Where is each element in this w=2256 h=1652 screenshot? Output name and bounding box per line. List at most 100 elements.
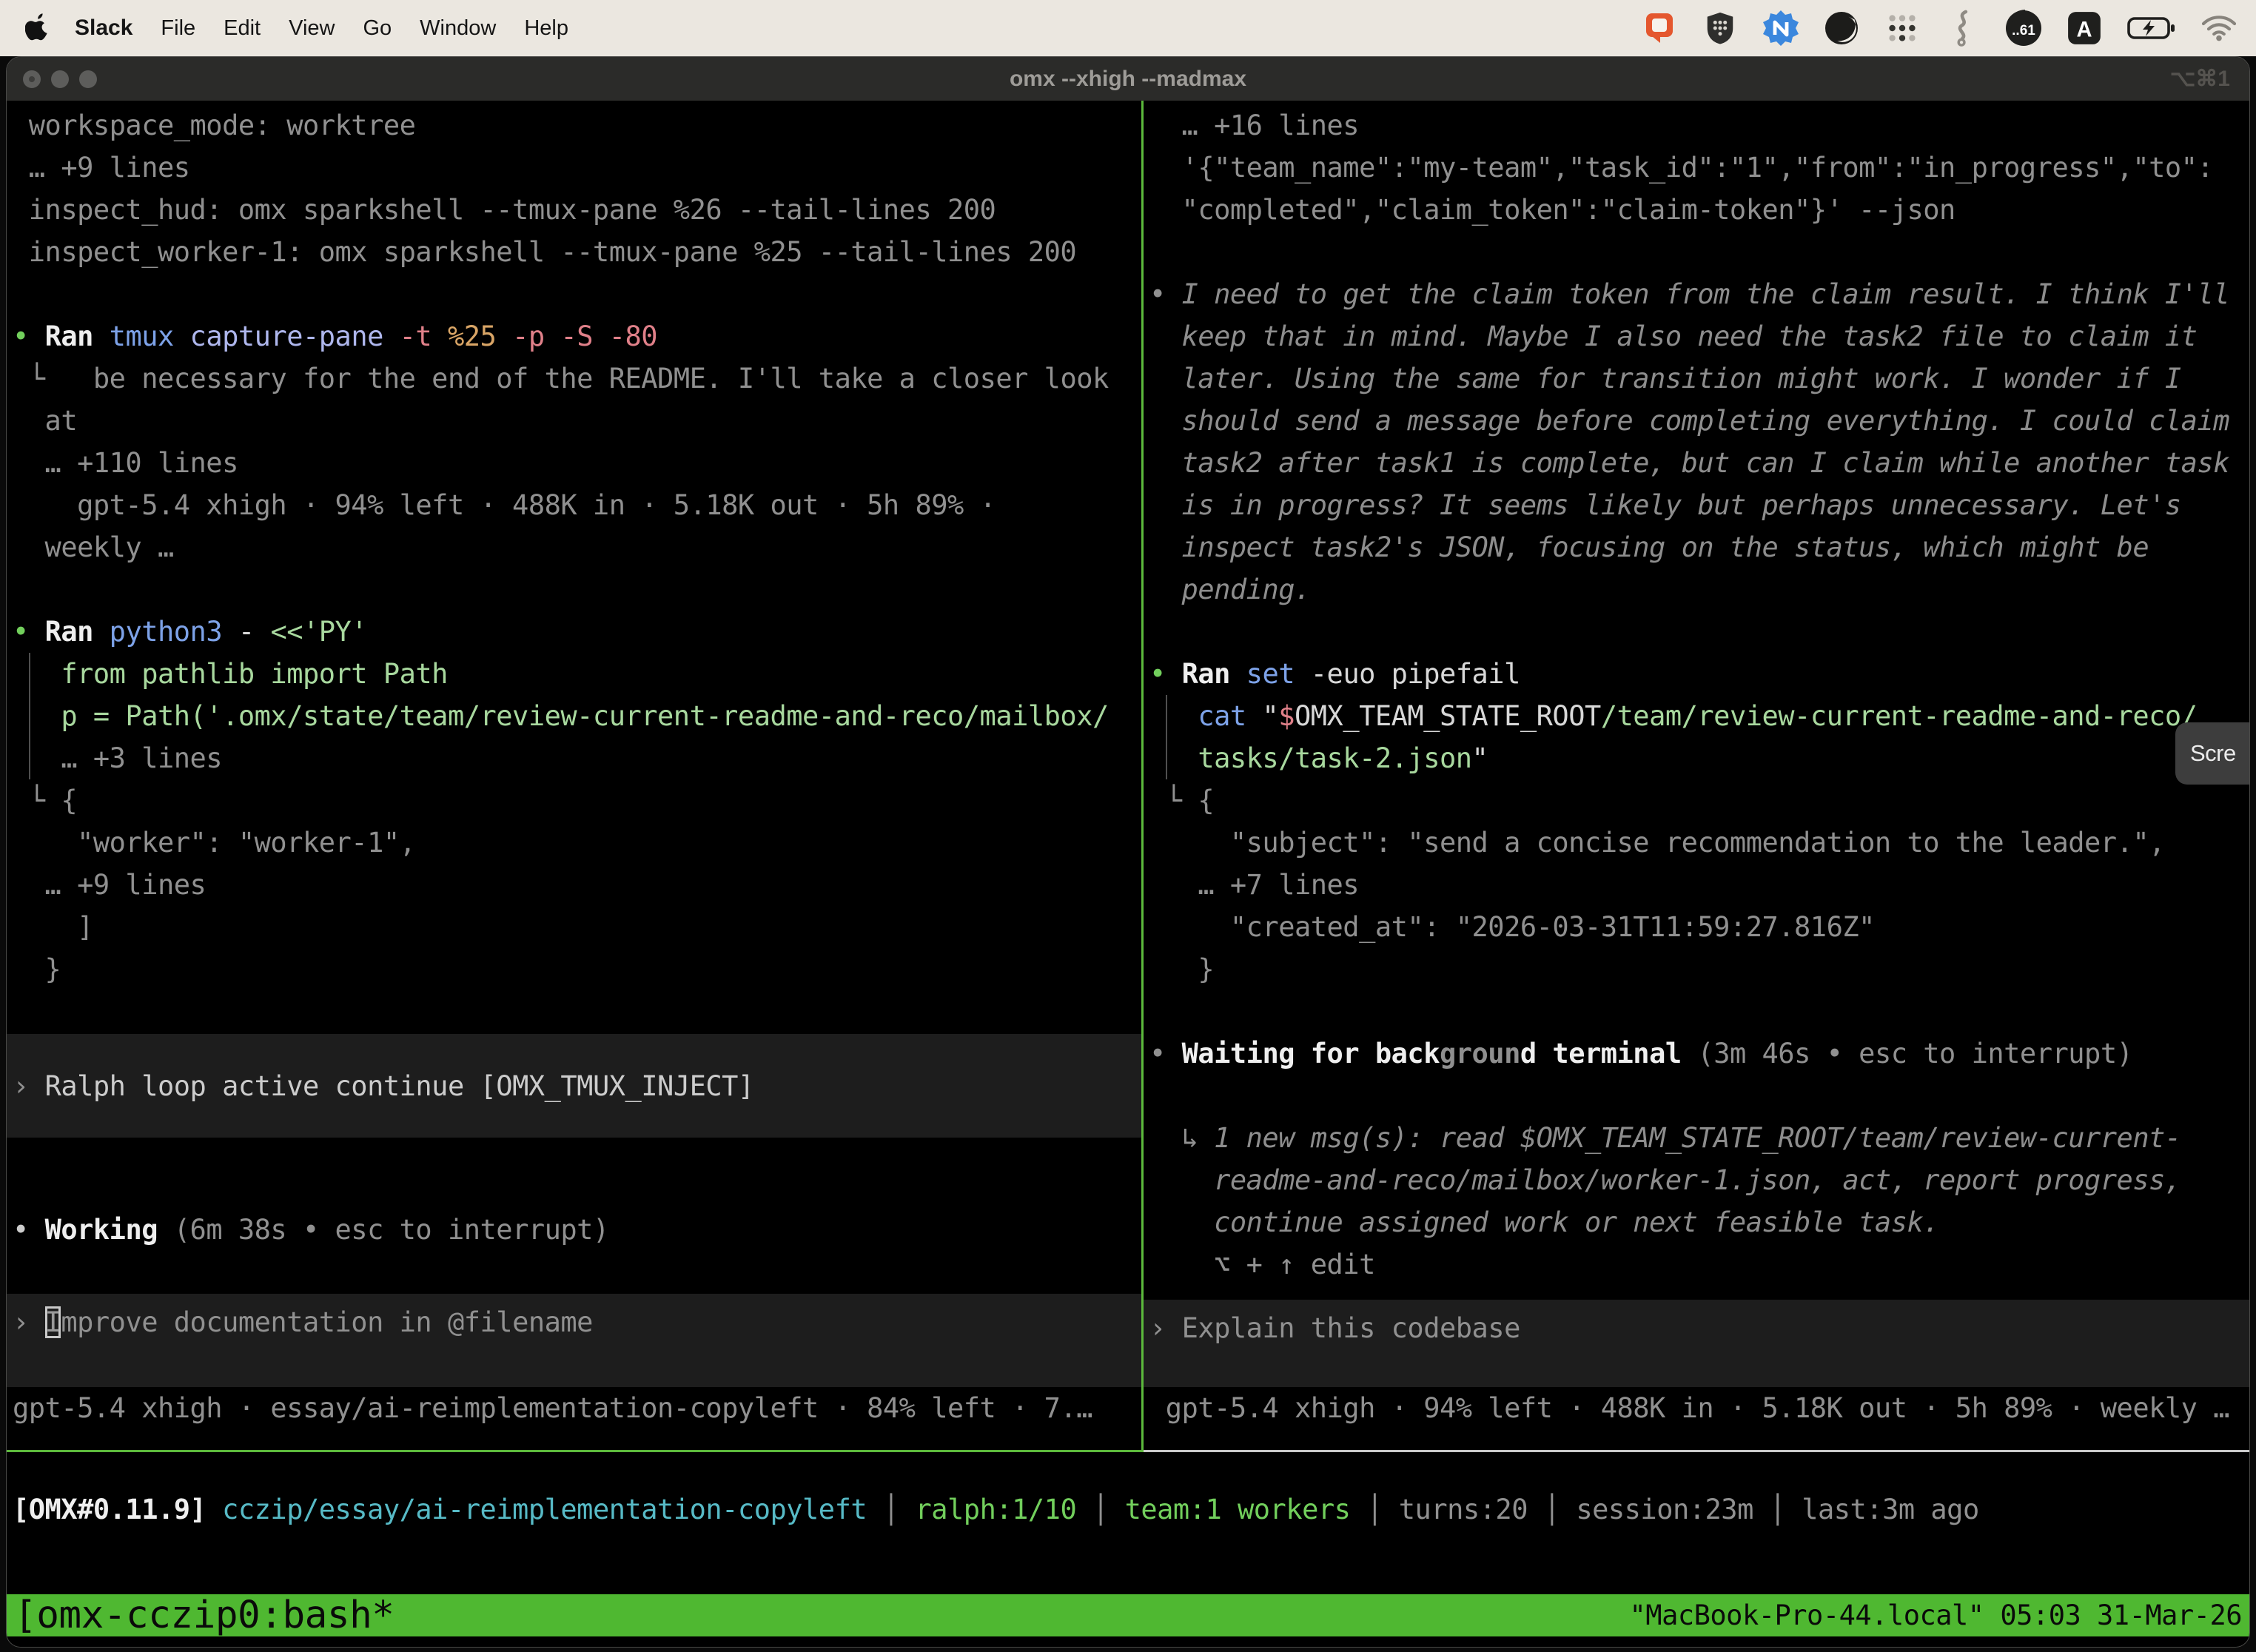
tmux-panes: workspace_mode: worktree … +9 lines insp… (7, 101, 2249, 1452)
text-segment: [OMX#0.11.9] (13, 1494, 206, 1525)
terminal-line: cat "$OMX_TEAM_STATE_ROOT/team/review-cu… (1144, 695, 2249, 737)
text-segment: … +9 lines (13, 869, 206, 901)
window-title-bar[interactable]: omx --xhigh --madmax ⌥⌘1 (7, 57, 2249, 101)
omx-session-status: [OMX#0.11.9] cczip/essay/ai-reimplementa… (7, 1488, 2249, 1531)
terminal-line: p = Path('.omx/state/team/review-current… (7, 695, 1141, 737)
terminal-line: inspect_hud: omx sparkshell --tmux-pane … (7, 189, 1141, 231)
terminal-line: tasks/task-2.json" (1144, 737, 2249, 779)
pane-worker-1[interactable]: … +16 lines '{"team_name":"my-team","tas… (1144, 101, 2249, 1452)
text-segment: -euo pipefail (1295, 658, 1520, 690)
text-segment: inspect_worker-1: omx sparkshell --tmux-… (13, 236, 1076, 268)
text-segment: gpt-5.4 xhigh · essay/ai-reimplementatio… (13, 1392, 1092, 1424)
terminal-line: } (1144, 948, 2249, 990)
svg-text:A: A (2076, 18, 2092, 41)
pane-hud[interactable]: workspace_mode: worktree … +9 lines insp… (7, 101, 1141, 1452)
menu-window[interactable]: Window (420, 16, 496, 41)
menu-help[interactable]: Help (524, 16, 568, 41)
terminal-line: at (7, 400, 1141, 442)
prompt-suggestion[interactable]: › Explain this codebase (1144, 1300, 2249, 1387)
text-segment: • (1149, 658, 1166, 690)
input-source-icon[interactable]: A (2065, 9, 2104, 47)
text-segment: └ (13, 785, 61, 816)
text-segment: › (13, 1306, 45, 1338)
hook-utility-icon[interactable] (1944, 9, 1982, 47)
menu-go[interactable]: Go (363, 16, 392, 41)
terminal-line: should send a message before completing … (1144, 400, 2249, 442)
text-segment: workspace_mode: worktree (13, 110, 415, 141)
text-segment: { (61, 785, 77, 816)
terminal-line: } (7, 948, 1141, 990)
count-badge-icon[interactable]: ..61 (2004, 9, 2043, 47)
text-cursor: I (45, 1306, 61, 1338)
text-segment: -t (383, 320, 432, 352)
text-segment: │ (867, 1494, 915, 1525)
terminal-line: "subject": "send a concise recommendatio… (1144, 822, 2249, 864)
text-segment: │ (1753, 1494, 1802, 1525)
waiting-status: • Waiting for background terminal (3m 46… (1144, 1032, 2249, 1075)
ralph-loop-banner: › Ralph loop active continue [OMX_TMUX_I… (7, 1034, 1141, 1138)
screen-record-icon[interactable] (1640, 9, 1679, 47)
text-segment: │ (1528, 1494, 1576, 1525)
text-segment: set (1246, 658, 1295, 690)
terminal-line: workspace_mode: worktree (7, 104, 1141, 147)
dots-grid-icon[interactable] (1883, 9, 1921, 47)
text-segment: … +7 lines (1149, 869, 1359, 901)
terminal-line: later. Using the same for transition mig… (1144, 357, 2249, 400)
zoom-window-button[interactable] (79, 70, 97, 88)
text-segment: Ralph loop active continue [OMX_TMUX_INJ… (45, 1065, 754, 1107)
tmux-host-and-clock: "MacBook-Pro-44.local" 05:03 31-Mar-26 (1630, 1594, 2242, 1636)
terminal-line: inspect_worker-1: omx sparkshell --tmux-… (7, 231, 1141, 273)
text-segment (1166, 658, 1182, 690)
menu-bar: Slack File Edit View Go Window Help ..61 A (0, 0, 2256, 56)
text-segment: team:1 workers (1125, 1494, 1351, 1525)
omx-status-line: [OMX#0.11.9] cczip/essay/ai-reimplementa… (7, 1488, 2249, 1531)
terminal-line: └ { (7, 779, 1141, 822)
text-segment: ⌥ + ↑ edit (1149, 1249, 1375, 1280)
text-segment: last:3m ago (1802, 1494, 1979, 1525)
menu-edit[interactable]: Edit (224, 16, 261, 41)
text-segment: continue assigned work or next feasible … (1149, 1206, 1939, 1238)
menu-file[interactable]: File (161, 16, 195, 41)
text-segment: later. Using the same for transition mig… (1149, 363, 2181, 394)
battery-icon[interactable] (2126, 9, 2178, 47)
text-segment: -S (545, 320, 593, 352)
terminal-line: weekly … (7, 526, 1141, 568)
terminal-line: … +7 lines (1144, 864, 2249, 906)
terminal-line: ] (7, 906, 1141, 948)
text-segment (29, 616, 45, 648)
crescent-app-icon[interactable] (1822, 9, 1861, 47)
terminal-line: task2 after task1 is complete, but can I… (1144, 442, 2249, 484)
text-segment: cczip/essay/ai-reimplementation-copyleft (222, 1494, 867, 1525)
text-segment: Ran (1182, 658, 1230, 690)
text-segment: from pathlib import Path (13, 658, 448, 690)
blank-line (7, 568, 1141, 611)
apple-icon[interactable] (25, 12, 50, 41)
terminal-line: gpt-5.4 xhigh · 94% left · 488K in · 5.1… (7, 484, 1141, 526)
ran-command-cat: • Ran set -euo pipefail (1144, 653, 2249, 695)
text-segment (1149, 700, 1198, 732)
wifi-icon[interactable] (2200, 9, 2238, 47)
text-segment: /team/review-current-readme-and-reco/ (1601, 700, 2198, 732)
minimize-window-button[interactable] (51, 70, 69, 88)
text-segment: OMX_TEAM_STATE_ROOT (1295, 700, 1601, 732)
prompt-input[interactable]: › Improve documentation in @filename (7, 1294, 1141, 1387)
menu-slack[interactable]: Slack (75, 16, 132, 41)
menu-bar-status-icons: ..61 A (1640, 9, 2238, 47)
window-shortcut-hint: ⌥⌘1 (2170, 66, 2230, 92)
text-segment: (6m 38s • esc to interrupt) (158, 1214, 609, 1246)
reasoning-text: • I need to get the claim token from the… (1144, 273, 2249, 315)
text-segment: › (1149, 1312, 1182, 1344)
close-window-button[interactable] (23, 70, 41, 88)
text-segment: • (1149, 1038, 1182, 1070)
text-segment: … +16 lines (1149, 110, 1359, 141)
shield-keypad-icon[interactable] (1701, 9, 1739, 47)
text-segment (93, 320, 110, 352)
text-segment: readme-and-reco/mailbox/worker-1.json, a… (1149, 1164, 2181, 1196)
badge-app-icon[interactable] (1762, 9, 1800, 47)
text-segment (1230, 658, 1246, 690)
text-segment: keep that in mind. Maybe I also need the… (1149, 320, 2197, 352)
screen-share-overlay[interactable]: Scre (2175, 722, 2249, 785)
terminal-line: └ be necessary for the end of the README… (7, 357, 1141, 400)
menu-view[interactable]: View (289, 16, 335, 41)
terminal-line: … +9 lines (7, 864, 1141, 906)
